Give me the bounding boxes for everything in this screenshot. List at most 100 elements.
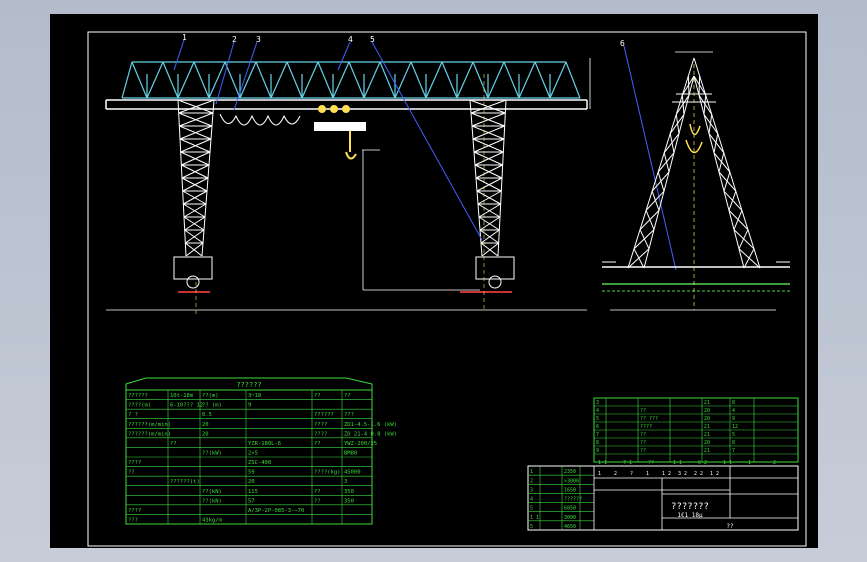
parts-cell: 20	[704, 408, 710, 414]
spec-cell: ????	[128, 460, 141, 466]
spec-cell: ? ?	[128, 412, 138, 418]
parts-cell: ??	[640, 408, 646, 414]
spec-cell: 3~18	[248, 393, 261, 399]
spec-cell: BM80	[344, 451, 357, 457]
spec-cell: 350	[344, 489, 354, 495]
spec-cell: 350	[344, 498, 354, 504]
spec-cell: ?? (m)	[202, 403, 222, 409]
parts-cell: 20	[704, 416, 710, 422]
rev-cell: ?	[630, 471, 633, 477]
truss-diagonal	[487, 61, 505, 99]
cable-festoon	[219, 113, 301, 126]
spec-cell: ??	[128, 470, 135, 476]
rev-cell: 3 2	[678, 471, 687, 477]
front-view	[105, 58, 591, 314]
spec-cell: ??	[314, 498, 321, 504]
a-frame-outer	[627, 57, 695, 269]
spec-cell: ????	[128, 508, 141, 514]
spec-cell: ??(kN)	[202, 489, 222, 495]
truss-diagonal	[363, 61, 381, 99]
spec-cell: 2×5	[248, 451, 258, 457]
small-cell: 1650	[564, 487, 576, 493]
trolley-wheel	[318, 105, 326, 113]
truss-diagonal	[177, 61, 195, 99]
parts-cell: ????	[640, 424, 652, 430]
spec-cell: 59	[248, 470, 255, 476]
trolley-wheel	[330, 105, 338, 113]
parts-cell: 7	[596, 432, 599, 438]
parts-cell: 21	[704, 448, 710, 454]
spec-cell: 57	[248, 498, 255, 504]
small-cell: 5	[530, 506, 533, 512]
parts-cell: 4	[732, 408, 735, 414]
truss-diagonal	[549, 61, 567, 99]
truss-diagonal	[332, 61, 350, 99]
small-cell: 1 1	[530, 515, 539, 521]
spec-cell: 0.5	[202, 412, 212, 418]
truss-diagonal	[255, 61, 272, 99]
truss-diagonal	[193, 61, 210, 99]
parts-cell: ?? ???	[640, 416, 658, 422]
parts-cell: 5	[732, 432, 735, 438]
spec-table: ?????? ?????? 10t-18m ??(m) 3~18?? ??????(m)…	[125, 377, 397, 525]
truss-diagonal	[394, 61, 412, 99]
spec-cell: A/3P-2P-085-3-−70	[248, 508, 304, 514]
parts-cell: 5	[596, 416, 599, 422]
small-cell: 1	[530, 469, 533, 475]
small-cell: 6850	[564, 506, 576, 512]
small-cell: 3000	[564, 515, 576, 521]
end-carriage-left	[173, 256, 213, 293]
spec-cell: ????(m)	[128, 403, 151, 409]
parts-cell: 9	[732, 416, 735, 422]
truss-diagonal	[425, 61, 443, 99]
rev-cell: 2	[614, 471, 617, 477]
spec-cell: ??(m)	[202, 393, 219, 399]
trolley-body	[314, 122, 366, 131]
leader-lines	[173, 39, 677, 271]
parts-cell: 4	[596, 408, 599, 414]
parts-cell: 3	[596, 400, 599, 406]
parts-cell: 21	[704, 424, 710, 430]
parts-header: ??	[648, 460, 654, 466]
truss-end	[121, 61, 133, 99]
parts-cell: 21	[704, 400, 710, 406]
small-cell: 4	[530, 497, 533, 503]
truss-diagonal	[503, 61, 520, 99]
spec-cell: ??(kW)	[202, 451, 222, 457]
parts-cell: 6	[596, 424, 599, 430]
spec-cell: ??????(m/min)	[128, 431, 171, 437]
truss-diagonal	[348, 61, 365, 99]
spec-cell: ZD 21-4 0.8 (kW)	[344, 431, 397, 437]
truss-diagonal	[131, 61, 148, 99]
small-cell: 5	[530, 524, 533, 530]
parts-cell: ??	[640, 448, 646, 454]
truss-diagonal	[162, 61, 179, 99]
spec-cell: 20	[202, 431, 209, 437]
callout-label: 6	[620, 39, 625, 48]
spec-cell: 20	[248, 479, 255, 485]
small-cell: 2	[530, 478, 533, 484]
parts-header: 6 2	[698, 460, 707, 466]
small-cell: 4650	[564, 524, 576, 530]
spec-cell: ??	[344, 393, 351, 399]
callout-label: 3	[256, 35, 261, 44]
spec-cell: ??(kN)	[202, 498, 222, 504]
spec-cell: ??????	[314, 412, 334, 418]
drawing-sheet: 1 2 3 4 5 6 ?????? ?????? 10t-18m ??(m) 3~1…	[50, 14, 818, 548]
parts-header: 2	[773, 460, 776, 466]
callout-label: 4	[348, 35, 353, 44]
hook	[345, 151, 357, 160]
parts-table: 3 21 84?? 20 45?? ??? 20 96???? 21 127?? 21 58?? 20…	[593, 397, 799, 466]
spec-cell: ??	[314, 393, 321, 399]
truss-diagonal	[270, 61, 288, 99]
side-view-legs	[602, 57, 790, 269]
truss-diagonal	[224, 61, 241, 99]
trolley-wheel	[342, 105, 350, 113]
right-leg-truss	[469, 99, 507, 257]
callouts: 1 2 3 4 5 6	[182, 33, 625, 48]
truss-diagonal	[518, 61, 536, 99]
scale-note: 1€1 18μ	[677, 512, 703, 519]
spec-cell: ????(kg)	[314, 470, 341, 476]
parts-cell: 9	[596, 448, 599, 454]
spec-cell: ??????(t)	[170, 479, 200, 485]
